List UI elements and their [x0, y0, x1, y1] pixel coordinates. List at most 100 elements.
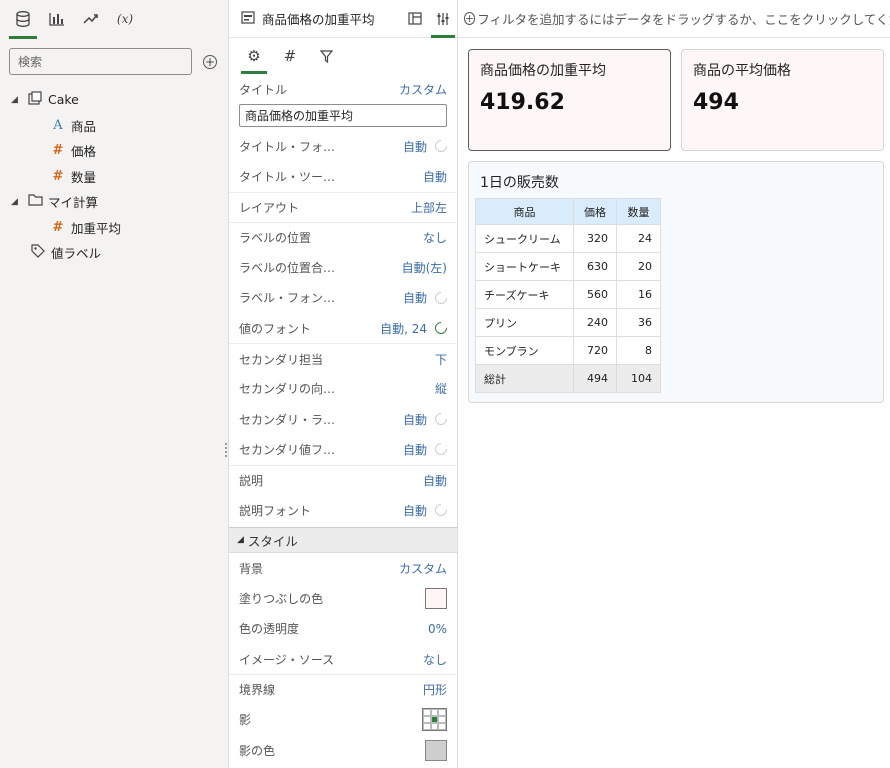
prop-shadow-color[interactable]: 影の色 [229, 735, 457, 765]
add-icon[interactable]: + [203, 54, 217, 69]
prop-value[interactable]: 自動(左) [402, 259, 447, 276]
database-icon[interactable] [8, 1, 38, 39]
prop-label-position[interactable]: ラベルの位置 なし [229, 222, 457, 252]
prop-value[interactable]: 自動, 24 [380, 320, 427, 337]
title-text-input[interactable] [239, 104, 447, 128]
table-cell: 240 [573, 308, 617, 337]
reset-icon[interactable] [432, 440, 450, 458]
prop-secondary-value-font[interactable]: セカンダリ値フ… 自動 [229, 434, 457, 464]
prop-label-font[interactable]: ラベル・フォン… 自動 [229, 283, 457, 313]
prop-value[interactable]: 自動 [423, 472, 447, 489]
prop-label: セカンダリ値フ… [239, 442, 336, 457]
prop-shadow[interactable]: 影 [229, 705, 457, 735]
collapse-caret-icon[interactable]: ◢ [11, 95, 21, 105]
filter-bar[interactable]: + フィルタを追加するにはデータをドラッグするか、ここをクリックしてください [458, 0, 890, 38]
tile-title: 商品の平均価格 [693, 63, 791, 79]
data-tree: ◢ Cake A 商品 # 価格 # 数量 ◢ マイ計算 # 加重平均 値ラベル [0, 87, 228, 266]
collapse-caret-icon[interactable]: ◢ [11, 197, 21, 207]
search-input[interactable] [9, 48, 192, 75]
prop-image-source[interactable]: イメージ・ソース なし [229, 644, 457, 674]
prop-border[interactable]: 境界線 円形 [229, 674, 457, 704]
prop-label: ラベル・フォン… [239, 291, 336, 306]
prop-value[interactable]: 円形 [423, 681, 447, 698]
prop-fill-color[interactable]: 塗りつぶしの色 [229, 583, 457, 613]
prop-secondary-orientation[interactable]: セカンダリの向… 縦 [229, 374, 457, 404]
prop-value[interactable]: 自動 [423, 168, 447, 185]
grammar-panel-icon[interactable] [401, 1, 429, 37]
reset-icon[interactable] [432, 501, 450, 519]
filter-icon[interactable] [309, 39, 343, 73]
tile-average-price[interactable]: 商品の平均価格 494 [681, 49, 884, 151]
reset-icon[interactable] [432, 410, 450, 428]
prop-description-font[interactable]: 説明フォント 自動 [229, 495, 457, 525]
prop-label: イメージ・ソース [239, 652, 335, 667]
tile-title: 商品価格の加重平均 [480, 63, 606, 79]
prop-value[interactable]: 自動 [403, 441, 427, 458]
tree-item-column[interactable]: A 商品 [0, 113, 228, 139]
sales-table: 商品 価格 数量 シュークリーム 320 24 ショートケーキ 630 20 チ… [475, 198, 661, 393]
panel-resize-handle[interactable] [225, 443, 227, 457]
column-header[interactable]: 数量 [616, 198, 661, 225]
table-row: チーズケーキ 560 16 [475, 280, 661, 309]
prop-label-alignment[interactable]: ラベルの位置合… 自動(左) [229, 252, 457, 282]
prop-title-tooltip[interactable]: タイトル・ツー… 自動 [229, 162, 457, 192]
prop-value[interactable]: なし [423, 229, 447, 246]
prop-value[interactable]: カスタム [399, 560, 447, 577]
tree-item-column[interactable]: # 価格 [0, 138, 228, 164]
reset-icon[interactable] [432, 289, 450, 307]
formula-icon[interactable]: (x) [110, 1, 140, 37]
tree-item-value-labels[interactable]: 値ラベル [0, 240, 228, 266]
table-cell: シュークリーム [475, 224, 574, 253]
tile-weighted-average[interactable]: 商品価格の加重平均 419.62 [468, 49, 671, 151]
add-filter-icon[interactable]: + [464, 12, 476, 25]
shadow-position-picker[interactable] [422, 708, 447, 732]
column-header[interactable]: 商品 [475, 198, 574, 225]
bar-chart-icon[interactable] [42, 1, 72, 37]
prop-title[interactable]: タイトル カスタム [229, 74, 457, 104]
prop-value[interactable]: 自動 [403, 138, 427, 155]
tree-item-folder[interactable]: ◢ マイ計算 [0, 189, 228, 215]
prop-description[interactable]: 説明 自動 [229, 464, 457, 495]
filter-hint-text[interactable]: フィルタを追加するにはデータをドラッグするか、ここをクリックしてください [477, 9, 890, 28]
reset-icon[interactable] [432, 137, 450, 155]
shadow-color-swatch[interactable] [425, 739, 447, 761]
prop-value[interactable]: 自動 [403, 502, 427, 519]
table-cell: 16 [616, 280, 661, 309]
prop-opacity[interactable]: 色の透明度 0% [229, 614, 457, 644]
prop-value[interactable]: 上部左 [411, 199, 447, 216]
table-cell: ショートケーキ [475, 252, 574, 281]
tree-item-calculation[interactable]: # 加重平均 [0, 215, 228, 241]
prop-value[interactable]: 自動 [403, 289, 427, 306]
prop-value[interactable]: 下 [435, 351, 447, 368]
tree-item-column[interactable]: # 数量 [0, 164, 228, 190]
prop-value[interactable]: 0% [428, 622, 447, 636]
fill-color-swatch[interactable] [425, 588, 447, 610]
prop-value[interactable]: カスタム [399, 81, 447, 98]
prop-background[interactable]: 背景 カスタム [229, 553, 457, 583]
prop-value[interactable]: 縦 [435, 380, 447, 397]
table-title: 1日の販売数 [480, 175, 559, 191]
prop-value[interactable]: なし [423, 651, 447, 668]
trend-icon[interactable] [76, 1, 106, 37]
prop-secondary-label[interactable]: セカンダリ・ラ… 自動 [229, 404, 457, 434]
hash-icon[interactable]: # [273, 39, 307, 73]
reset-icon[interactable] [432, 319, 450, 337]
table-row: モンブラン 720 8 [475, 336, 661, 365]
prop-label: 説明 [239, 473, 264, 488]
table-tile[interactable]: 1日の販売数 商品 価格 数量 シュークリーム 320 24 ショートケーキ 6… [468, 161, 884, 403]
style-section-header[interactable]: ◢ スタイル [229, 527, 457, 554]
prop-secondary[interactable]: セカンダリ担当 下 [229, 343, 457, 373]
tree-item-dataset[interactable]: ◢ Cake [0, 87, 228, 113]
number-column-icon: # [52, 219, 64, 235]
prop-label: セカンダリの向… [239, 382, 336, 397]
prop-layout[interactable]: レイアウト 上部左 [229, 191, 457, 222]
table-cell: 104 [616, 364, 661, 393]
number-column-icon: # [52, 168, 64, 184]
properties-sliders-icon[interactable] [429, 1, 457, 38]
prop-title-font[interactable]: タイトル・フォ… 自動 [229, 131, 457, 161]
prop-value[interactable]: 自動 [403, 411, 427, 428]
column-header[interactable]: 価格 [573, 198, 617, 225]
prop-value-font[interactable]: 値のフォント 自動, 24 [229, 313, 457, 343]
gear-icon[interactable]: ⚙ [237, 39, 271, 74]
dataset-name: Cake [48, 92, 79, 108]
